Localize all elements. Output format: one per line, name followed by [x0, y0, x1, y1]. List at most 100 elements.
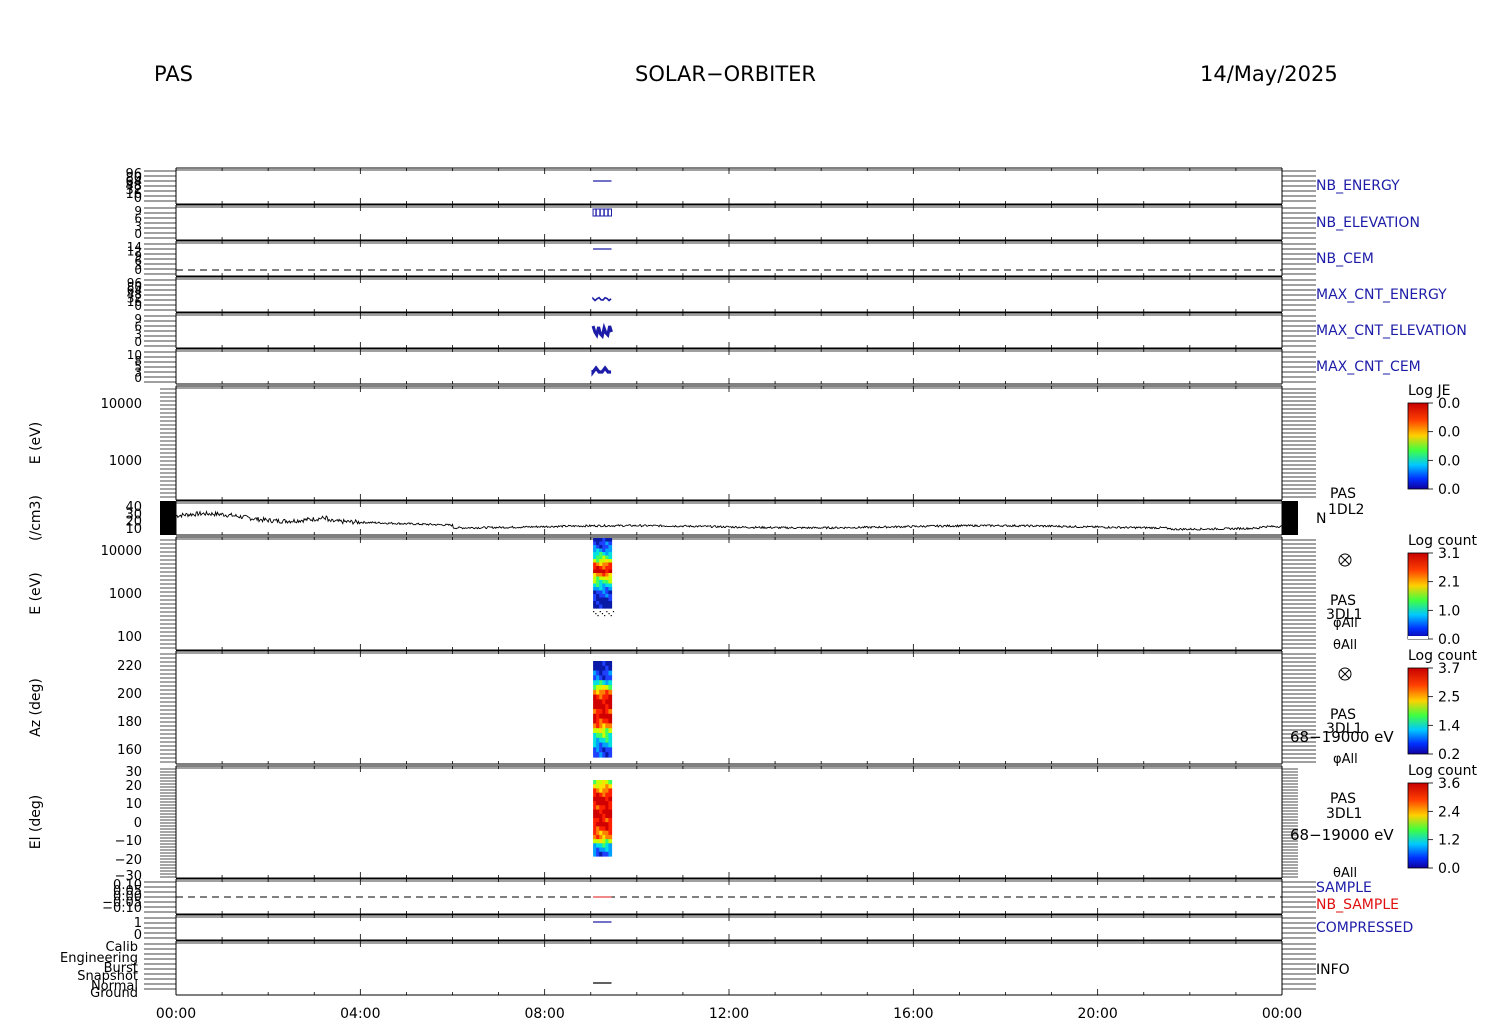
e_3dl1-heat-cell	[608, 559, 613, 564]
e_1dl2-tick-label: 10000	[101, 397, 142, 412]
e_3dl1-label-line: θAll	[1333, 638, 1357, 653]
e_3dl1-heat-cell	[608, 594, 613, 599]
e_3dl1-sparse-dot	[608, 613, 610, 615]
az_3dl1-heat-cell	[608, 709, 613, 715]
el_3dl1-heat-cell	[608, 813, 613, 819]
el_3dl1-heat-cell	[608, 843, 613, 849]
el_3dl1-heat-cell	[608, 809, 613, 815]
e_3dl1-heat-cell	[608, 548, 613, 553]
info-side-label: INFO	[1316, 962, 1350, 978]
az_3dl1-heat-cell	[608, 699, 613, 705]
e_3dl1-heat-cell	[608, 545, 613, 550]
e_3dl1-sparse-dot	[612, 611, 615, 613]
e_3dl1-heat-cell	[608, 552, 613, 557]
az_3dl1-colorbar-tick-label: 0.2	[1438, 747, 1460, 763]
e_3dl1-sparse-dot	[595, 613, 597, 615]
az_3dl1-heat-cell	[608, 694, 613, 700]
density-label-line: 1DL2	[1328, 502, 1364, 518]
e_3dl1-label-line: φAll	[1333, 616, 1358, 631]
e_3dl1-heat-cell	[608, 566, 613, 571]
az_3dl1-heat-cell	[608, 713, 613, 720]
az_3dl1-heat-cell	[608, 723, 613, 729]
e_3dl1-heat-cell	[608, 587, 613, 592]
x-axis-tick-label: 00:00	[156, 1006, 196, 1020]
density-left-bar	[160, 501, 176, 535]
az_3dl1-heat-cell	[608, 737, 613, 744]
nb_cem-tick-label: 0	[134, 263, 142, 277]
az_3dl1-heat-cell	[608, 733, 613, 739]
e_3dl1-sparse-dot	[599, 611, 601, 613]
az_3dl1-heat-cell	[608, 742, 613, 748]
compressed-side-label: COMPRESSED	[1316, 920, 1413, 936]
e_3dl1-heat-cell	[608, 576, 613, 581]
el_3dl1-heat-cell	[608, 839, 613, 844]
el_3dl1-colorbar-tick-label: 3.6	[1438, 776, 1460, 792]
max_cnt_elevation-side-label: MAX_CNT_ELEVATION	[1316, 323, 1467, 339]
max_cnt_elevation-tick-label: 0	[134, 335, 142, 349]
az_3dl1-tick-label: 220	[117, 659, 142, 674]
el_3dl1-heat-cell	[608, 822, 613, 827]
e_3dl1-sparse-dot	[593, 611, 595, 613]
az_3dl1-ylabel: Az (deg)	[28, 678, 44, 737]
el_3dl1-tick-label: −20	[115, 853, 142, 868]
e_3dl1-colorbar-floor	[1408, 636, 1428, 639]
el_3dl1-colorbar-tick-label: 0.0	[1438, 861, 1460, 877]
max_cnt_energy-side-label: MAX_CNT_ENERGY	[1316, 287, 1447, 303]
az_3dl1-tick-label: 200	[117, 687, 142, 702]
el_3dl1-heat-cell	[608, 780, 613, 785]
el_3dl1-label-line: 3DL1	[1326, 806, 1362, 822]
e_3dl1-heat-cell	[608, 604, 613, 609]
el_3dl1-tick-label: 10	[125, 797, 142, 812]
az_3dl1-heat-cell	[608, 665, 613, 672]
az_3dl1-heat-cell	[608, 689, 613, 696]
az_3dl1-heat-cell	[608, 752, 613, 758]
e_3dl1-tick-label: 1000	[109, 587, 142, 602]
nb_elevation-side-label: NB_ELEVATION	[1316, 215, 1420, 231]
el_3dl1-heat-cell	[608, 788, 613, 794]
az_3dl1-heat-cell	[608, 718, 613, 724]
e_3dl1-heat-cell	[608, 601, 613, 606]
el_3dl1-heat-cell	[608, 818, 613, 823]
e_3dl1-tick-label: 10000	[101, 544, 142, 559]
nb_energy-side-label: NB_ENERGY	[1316, 178, 1400, 194]
e_3dl1-heat-cell	[608, 580, 613, 585]
el_3dl1-tick-label: 0	[134, 816, 142, 831]
density-side-label: N	[1316, 511, 1326, 527]
x-axis-tick-label: 00:00	[1262, 1006, 1302, 1020]
e_3dl1-sparse-dot	[597, 615, 599, 617]
az_3dl1-heat-cell	[608, 675, 613, 681]
el_3dl1-colorbar	[1407, 782, 1429, 869]
el_3dl1-tick-label: −10	[115, 834, 142, 849]
max_cnt_energy-tick-label: 0	[134, 299, 142, 313]
az_3dl1-colorbar-tick-label: 3.7	[1438, 661, 1460, 677]
density-tick-label: 10	[125, 522, 142, 537]
e_3dl1-heat-cell	[608, 562, 613, 567]
e_3dl1-tick-label: 100	[117, 630, 142, 645]
az_3dl1-heat-cell	[608, 680, 613, 686]
e_1dl2-colorbar-tick-label: 0.0	[1438, 396, 1460, 412]
x-axis-tick-label: 20:00	[1077, 1006, 1117, 1020]
e_3dl1-sparse-dot	[604, 615, 606, 617]
az_3dl1-tick-label: 180	[117, 715, 142, 730]
e_1dl2-colorbar-tick-label: 0.0	[1438, 453, 1460, 469]
az_3dl1-heat-cell	[608, 661, 613, 667]
el_3dl1-tick-label: 20	[125, 779, 142, 794]
e_3dl1-heat-cell	[608, 541, 613, 546]
el_3dl1-heat-cell	[608, 784, 613, 789]
e_1dl2-colorbar	[1407, 402, 1429, 490]
el_3dl1-heat-cell	[608, 830, 613, 836]
nb_cem-side-label: NB_CEM	[1316, 251, 1374, 267]
x-axis-tick-label: 04:00	[340, 1006, 380, 1020]
e_3dl1-colorbar-tick-label: 0.0	[1438, 632, 1460, 648]
density-trace	[175, 509, 1283, 531]
el_3dl1-heat-cell	[608, 851, 613, 857]
max_cnt_elevation-data-trace	[591, 322, 613, 340]
el_3dl1-heat-cell	[608, 796, 613, 802]
sample-side-label: SAMPLE	[1316, 880, 1372, 896]
el_3dl1-heat-cell	[608, 805, 613, 811]
e_1dl2-tick-label: 1000	[109, 454, 142, 469]
x-axis-tick-label: 16:00	[893, 1006, 933, 1020]
az_3dl1-colorbar	[1407, 667, 1429, 755]
sample-side-label: NB_SAMPLE	[1316, 897, 1399, 913]
az_3dl1-heat-cell	[608, 685, 613, 691]
